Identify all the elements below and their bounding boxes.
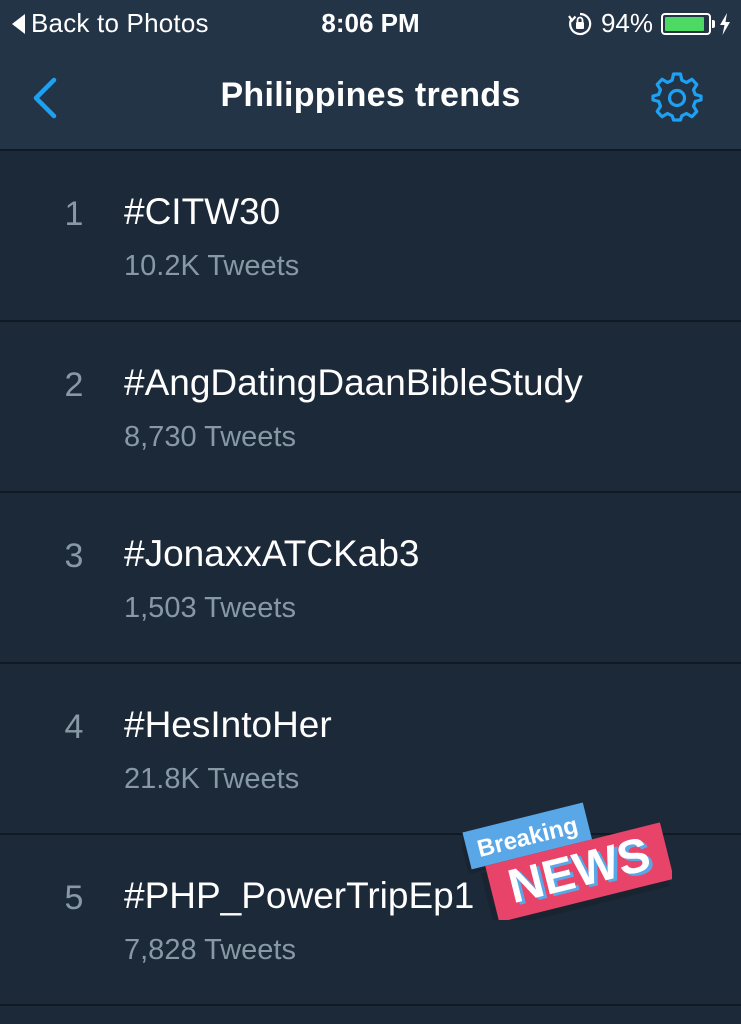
- trend-rank: 1: [64, 195, 84, 233]
- trend-hashtag[interactable]: #JonaxxATCKab3: [124, 533, 419, 575]
- trend-row[interactable]: 2 #AngDatingDaanBibleStudy 8,730 Tweets: [0, 322, 741, 493]
- trend-row[interactable]: 3 #JonaxxATCKab3 1,503 Tweets: [0, 493, 741, 664]
- trend-hashtag[interactable]: #PHP_PowerTripEp1: [124, 875, 474, 917]
- trend-tweet-count: 8,730 Tweets: [124, 421, 296, 453]
- trend-tweet-count: 21.8K Tweets: [124, 763, 300, 795]
- battery-level-fill: [665, 16, 705, 31]
- status-bar: Back to Photos 8:06 PM 94%: [0, 0, 741, 46]
- trend-tweet-count: 1,503 Tweets: [124, 592, 296, 624]
- battery-icon: [661, 12, 715, 35]
- trend-row[interactable]: 5 #PHP_PowerTripEp1 7,828 Tweets: [0, 835, 741, 1006]
- trend-row[interactable]: 4 #HesIntoHer 21.8K Tweets: [0, 664, 741, 835]
- trend-hashtag[interactable]: #CITW30: [124, 191, 280, 233]
- trend-hashtag[interactable]: #AngDatingDaanBibleStudy: [124, 362, 583, 404]
- trend-rank: 3: [64, 537, 84, 575]
- trend-rank: 4: [64, 708, 84, 746]
- trend-list: 1 #CITW30 10.2K Tweets 2 #AngDatingDaanB…: [0, 151, 741, 1006]
- trend-tweet-count: 7,828 Tweets: [124, 934, 296, 966]
- trend-hashtag[interactable]: #HesIntoHer: [124, 704, 332, 746]
- header: Back to Photos 8:06 PM 94% Philippines t…: [0, 0, 741, 151]
- battery-percent: 94%: [600, 8, 653, 38]
- battery-cap: [712, 19, 715, 28]
- page-title: Philippines trends: [220, 76, 521, 114]
- charging-bolt-icon: [720, 12, 730, 35]
- app-screen: Back to Photos 8:06 PM 94% Philippines t…: [0, 0, 741, 1024]
- trend-row[interactable]: 1 #CITW30 10.2K Tweets: [0, 151, 741, 322]
- trend-rank: 2: [64, 366, 84, 404]
- status-indicators: 94%: [567, 8, 731, 39]
- nav-bar: Philippines trends: [0, 46, 741, 149]
- gear-icon[interactable]: [651, 71, 703, 123]
- trend-tweet-count: 10.2K Tweets: [124, 250, 300, 282]
- trend-rank: 5: [64, 879, 84, 917]
- orientation-lock-icon: [568, 12, 592, 35]
